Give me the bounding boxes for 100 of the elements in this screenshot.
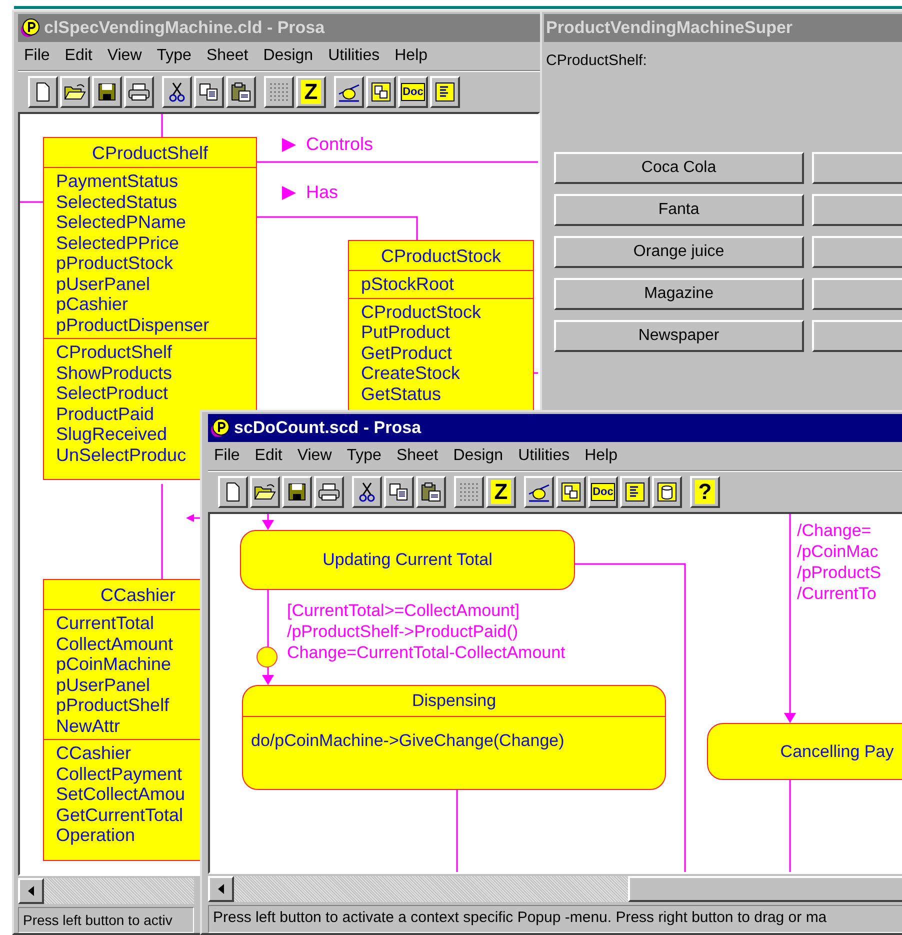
- class-operation: CollectPayment: [56, 764, 182, 784]
- window-title: scDoCount.scd - Prosa: [234, 418, 422, 438]
- printer-icon: [318, 482, 340, 502]
- toolbar-button[interactable]: Doc: [588, 476, 618, 508]
- left-arrow-icon: [28, 886, 34, 896]
- toolbar-button[interactable]: [250, 476, 280, 508]
- class-operation: SelectProduct: [56, 383, 168, 403]
- menu-item[interactable]: View: [107, 47, 142, 65]
- class-operation: CCashier: [56, 743, 132, 763]
- menu-item[interactable]: Design: [453, 447, 504, 465]
- state-diagram-icon: [338, 82, 360, 102]
- class-attribute: pStockRoot: [361, 274, 454, 294]
- class-attribute: SelectedPPrice: [56, 232, 180, 252]
- menu-item[interactable]: Type: [346, 447, 382, 465]
- app-logo-icon: [210, 418, 230, 438]
- class-name: CCashier: [100, 585, 176, 605]
- scroll-left-button[interactable]: [208, 876, 234, 902]
- toolbar-button[interactable]: [556, 476, 586, 508]
- transition-label: /pProductS: [797, 562, 882, 583]
- connector-line: [20, 201, 43, 203]
- menu-item[interactable]: File: [24, 47, 50, 65]
- toolbar-button[interactable]: [334, 76, 364, 108]
- printer-icon: [128, 82, 150, 102]
- toolbar-button[interactable]: [218, 476, 248, 508]
- toolbar-button[interactable]: Doc: [398, 76, 428, 108]
- toolbar-button[interactable]: ?: [690, 476, 720, 508]
- product-button[interactable]: Orange juice: [554, 236, 804, 268]
- toolbar-button[interactable]: [620, 476, 650, 508]
- toolbar-button[interactable]: [416, 476, 446, 508]
- menu-item[interactable]: Sheet: [396, 447, 438, 465]
- transition-label: /pProductShelf->ProductPaid(): [287, 621, 520, 642]
- class-operation: PutProduct: [361, 322, 450, 342]
- form-label: CProductShelf:: [545, 51, 648, 71]
- toolbar-button[interactable]: [352, 476, 382, 508]
- toolbar-button[interactable]: [454, 476, 484, 508]
- dot-grid-icon: [458, 482, 480, 502]
- connector-line: [534, 372, 538, 374]
- product-button[interactable]: [812, 194, 902, 226]
- class-operation: CProductShelf: [56, 342, 172, 362]
- product-button[interactable]: Fanta: [554, 194, 804, 226]
- menu-item[interactable]: Help: [394, 47, 428, 65]
- toolbar-button[interactable]: [652, 476, 682, 508]
- class-attribute: CurrentTotal: [56, 613, 154, 633]
- transition-label: /CurrentTo: [797, 583, 878, 604]
- state-name: Updating Current Total: [322, 549, 494, 571]
- toolbar-button[interactable]: [366, 76, 396, 108]
- menu-item[interactable]: Edit: [254, 447, 282, 465]
- toolbar-button[interactable]: [264, 76, 294, 108]
- transition-label: Change=CurrentTotal-CollectAmount: [287, 642, 566, 663]
- window-title: clSpecVendingMachine.cld - Prosa: [44, 18, 325, 38]
- class-attribute: SelectedPName: [56, 212, 186, 232]
- toolbar-button[interactable]: [226, 76, 256, 108]
- toolbar-button[interactable]: [60, 76, 90, 108]
- horizontal-scrollbar[interactable]: [18, 878, 194, 904]
- horizontal-scrollbar[interactable]: [208, 876, 902, 902]
- toolbar-button[interactable]: [524, 476, 554, 508]
- menu-item[interactable]: Help: [584, 447, 618, 465]
- folder-icon: [254, 482, 276, 502]
- toolbar-button[interactable]: [162, 76, 192, 108]
- list-icon: [624, 482, 646, 502]
- toolbar-button[interactable]: Z: [486, 476, 516, 508]
- scrollbar-thumb[interactable]: [628, 876, 902, 902]
- product-button[interactable]: Newspaper: [554, 320, 804, 352]
- class-attribute: pProductStock: [56, 253, 174, 273]
- product-button[interactable]: [812, 152, 902, 184]
- transition-label: /pCoinMac: [797, 541, 880, 562]
- class-attribute: pCashier: [56, 294, 128, 314]
- state-name: Cancelling Pay: [779, 740, 895, 762]
- scroll-left-button[interactable]: [18, 878, 44, 904]
- copy-icon: [198, 82, 220, 102]
- class-operation: SetCollectAmou: [56, 784, 186, 804]
- product-button[interactable]: [812, 320, 902, 352]
- toolbar-button[interactable]: Z: [296, 76, 326, 108]
- class-attribute: NewAttr: [56, 716, 120, 736]
- toolbar-button[interactable]: [282, 476, 312, 508]
- menu-item[interactable]: View: [297, 447, 332, 465]
- product-button[interactable]: [812, 278, 902, 310]
- menu-item[interactable]: Sheet: [206, 47, 248, 65]
- product-button[interactable]: [812, 236, 902, 268]
- menu-item[interactable]: Edit: [64, 47, 92, 65]
- toolbar-button[interactable]: [314, 476, 344, 508]
- menu-item[interactable]: Utilities: [328, 47, 380, 65]
- product-button[interactable]: Coca Cola: [554, 152, 804, 184]
- menu-item[interactable]: Design: [263, 47, 314, 65]
- class-attribute: pUserPanel: [56, 674, 150, 694]
- copy-icon: [388, 482, 410, 502]
- menu-item[interactable]: Type: [156, 47, 192, 65]
- toolbar-button[interactable]: [124, 76, 154, 108]
- toolbar-button[interactable]: [92, 76, 122, 108]
- product-button[interactable]: Magazine: [554, 278, 804, 310]
- toolbar-button[interactable]: [28, 76, 58, 108]
- clipboard-icon: [420, 482, 442, 502]
- toolbar-button[interactable]: [430, 76, 460, 108]
- class-name: CProductStock: [380, 246, 502, 266]
- database-icon: [656, 482, 678, 502]
- toolbar-button[interactable]: [194, 76, 224, 108]
- class-operation: ShowProducts: [56, 362, 172, 382]
- menu-item[interactable]: Utilities: [518, 447, 570, 465]
- toolbar-button[interactable]: [384, 476, 414, 508]
- menu-item[interactable]: File: [214, 447, 240, 465]
